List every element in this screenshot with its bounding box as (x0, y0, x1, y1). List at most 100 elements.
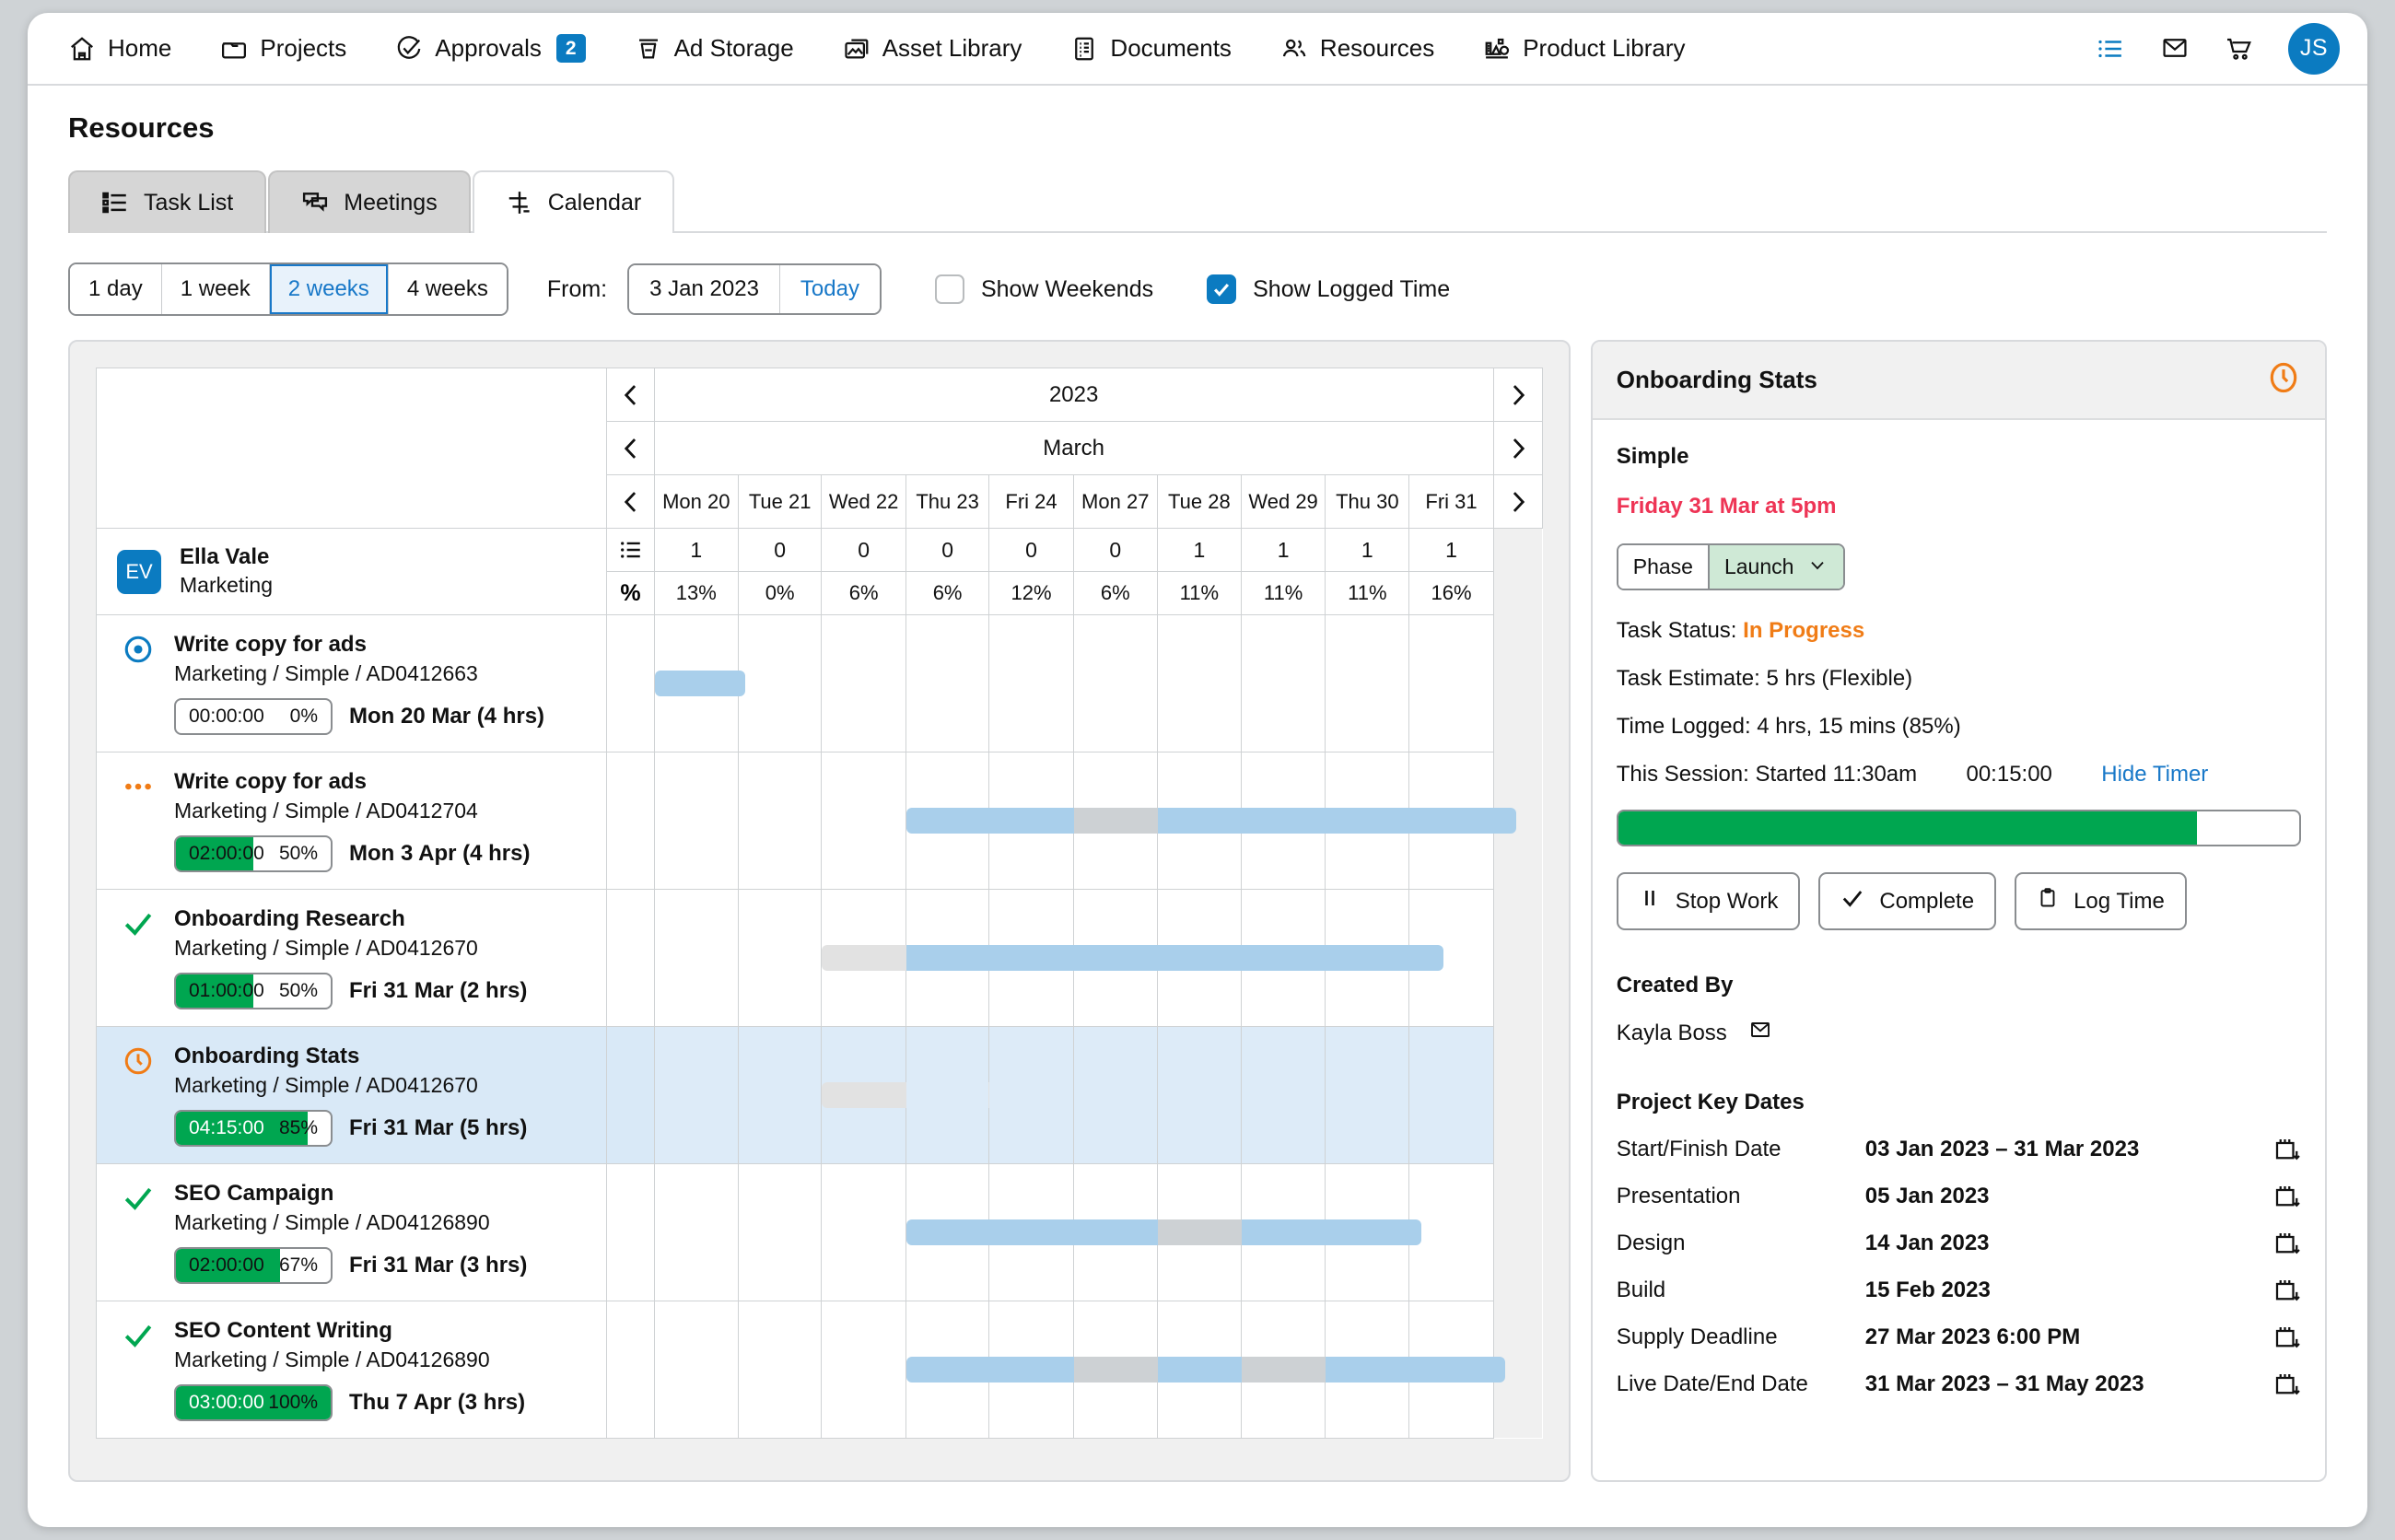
gantt-day-cell[interactable] (1325, 1162, 1410, 1301)
stop-work-button[interactable]: Stop Work (1616, 872, 1801, 930)
from-date-value[interactable]: 3 Jan 2023 (629, 265, 780, 313)
tab-meetings[interactable]: Meetings (268, 170, 471, 233)
gantt-day-cell[interactable] (905, 1300, 1086, 1439)
task-info-cell[interactable]: SEO Campaign Marketing / Simple / AD04126… (95, 1162, 608, 1301)
calendar-icon[interactable] (2264, 1183, 2301, 1210)
gantt-day-cell[interactable] (1156, 1300, 1248, 1439)
task-progress[interactable]: 02:00:00 67% (174, 1246, 333, 1284)
mail-icon[interactable] (1747, 1019, 1773, 1047)
gantt-day-cell[interactable] (1408, 1025, 1494, 1164)
gantt-task-row[interactable]: Write copy for ads Marketing / Simple / A… (95, 614, 1543, 752)
gantt-day-cell[interactable] (653, 751, 739, 890)
log-time-button[interactable]: Log Time (2015, 872, 2187, 930)
gantt-day-cell[interactable] (821, 751, 906, 890)
show-logged-time-checkbox[interactable]: Show Logged Time (1207, 274, 1450, 304)
next-week-button[interactable] (1492, 474, 1543, 529)
task-info-cell[interactable]: Write copy for ads Marketing / Simple / A… (95, 751, 608, 890)
nav-item-ad-storage[interactable]: Ad Storage (635, 29, 818, 68)
gantt-day-cell[interactable] (1325, 888, 1410, 1027)
prev-year-button[interactable] (606, 368, 655, 422)
gantt-day-header[interactable]: Mon 27 (1072, 474, 1158, 529)
tab-task-list[interactable]: Task List (68, 170, 267, 233)
task-info-cell[interactable]: Onboarding Stats Marketing / Simple / AD0… (95, 1025, 608, 1164)
gantt-day-cell[interactable] (988, 1025, 1074, 1164)
hide-timer-link[interactable]: Hide Timer (2101, 762, 2208, 787)
gantt-bar-segment[interactable] (1241, 1356, 1332, 1382)
gantt-bar-segment[interactable] (822, 944, 913, 971)
task-progress[interactable]: 04:15:00 85% (174, 1109, 333, 1147)
gantt-task-row[interactable]: SEO Content Writing Marketing / Simple / … (95, 1300, 1543, 1439)
gantt-day-cell[interactable] (905, 888, 1443, 1027)
gantt-day-cell[interactable] (653, 1025, 739, 1164)
gantt-bar-segment[interactable] (1157, 1219, 1248, 1245)
gantt-day-header[interactable]: Fri 31 (1408, 474, 1494, 529)
gantt-day-cell[interactable] (1240, 1025, 1326, 1164)
calendar-icon[interactable] (2264, 1371, 2301, 1398)
complete-button[interactable]: Complete (1818, 872, 1997, 930)
gantt-day-cell[interactable] (1156, 1162, 1248, 1301)
gantt-day-cell[interactable] (1072, 614, 1158, 752)
next-year-button[interactable] (1492, 368, 1543, 422)
gantt-day-cell[interactable] (1072, 1300, 1164, 1439)
task-info-cell[interactable]: Write copy for ads Marketing / Simple / A… (95, 614, 608, 752)
gantt-day-cell[interactable] (1240, 888, 1326, 1027)
range-4-weeks[interactable]: 4 weeks (388, 264, 507, 314)
gantt-day-cell[interactable] (1325, 1025, 1410, 1164)
gantt-day-cell[interactable] (821, 1300, 906, 1439)
gantt-day-cell[interactable] (1156, 751, 1516, 890)
mail-icon[interactable] (2159, 35, 2191, 63)
gantt-day-cell[interactable] (988, 614, 1074, 752)
gantt-day-cell[interactable] (1240, 614, 1326, 752)
gantt-day-cell[interactable] (737, 1162, 823, 1301)
gantt-task-row[interactable]: Onboarding Stats Marketing / Simple / AD0… (95, 1025, 1543, 1164)
nav-item-documents[interactable]: Documents (1070, 29, 1256, 68)
gantt-day-cell[interactable] (1408, 751, 1494, 890)
gantt-day-header[interactable]: Tue 21 (737, 474, 823, 529)
nav-item-approvals[interactable]: Approvals 2 (395, 29, 609, 68)
gantt-day-cell[interactable] (1240, 751, 1326, 890)
gantt-bar-segment[interactable] (1073, 807, 1164, 834)
gantt-day-cell[interactable] (988, 1300, 1074, 1439)
task-info-cell[interactable]: Onboarding Research Marketing / Simple / … (95, 888, 608, 1027)
nav-item-resources[interactable]: Resources (1280, 29, 1458, 68)
gantt-day-cell[interactable] (1156, 614, 1242, 752)
list-icon[interactable] (2095, 35, 2126, 63)
gantt-task-row[interactable]: Write copy for ads Marketing / Simple / A… (95, 751, 1543, 890)
avatar[interactable]: JS (2288, 22, 2340, 75)
phase-dropdown[interactable]: Launch (1709, 545, 1844, 589)
task-progress[interactable]: 00:00:00 0% (174, 697, 333, 735)
gantt-day-cell[interactable] (905, 1162, 1175, 1301)
next-month-button[interactable] (1492, 421, 1543, 475)
gantt-day-cell[interactable] (737, 1300, 823, 1439)
gantt-day-cell[interactable] (988, 1162, 1074, 1301)
nav-item-projects[interactable]: Projects (220, 29, 370, 68)
calendar-icon[interactable] (2264, 1277, 2301, 1304)
calendar-icon[interactable] (2264, 1230, 2301, 1257)
gantt-day-cell[interactable] (653, 1162, 739, 1301)
gantt-day-cell[interactable] (988, 751, 1074, 890)
gantt-day-cell[interactable] (1325, 751, 1410, 890)
gantt-day-cell[interactable] (821, 1162, 906, 1301)
gantt-day-cell[interactable] (1408, 1300, 1494, 1439)
gantt-day-cell[interactable] (737, 751, 823, 890)
gantt-day-cell[interactable] (737, 888, 823, 1027)
gantt-day-header[interactable]: Thu 23 (905, 474, 990, 529)
gantt-day-cell[interactable] (653, 1300, 739, 1439)
gantt-day-cell[interactable] (1156, 888, 1242, 1027)
gantt-day-cell[interactable] (1408, 614, 1494, 752)
gantt-day-cell[interactable] (821, 888, 913, 1027)
gantt-day-header[interactable]: Thu 30 (1325, 474, 1410, 529)
nav-item-product-library[interactable]: Product Library (1483, 29, 1709, 68)
calendar-icon[interactable] (2264, 1324, 2301, 1351)
nav-item-home[interactable]: Home (68, 29, 195, 68)
task-info-cell[interactable]: SEO Content Writing Marketing / Simple / … (95, 1300, 608, 1439)
gantt-day-cell[interactable] (653, 614, 745, 752)
gantt-day-cell[interactable] (653, 888, 739, 1027)
task-progress[interactable]: 02:00:00 50% (174, 834, 333, 872)
gantt-task-row[interactable]: SEO Campaign Marketing / Simple / AD04126… (95, 1162, 1543, 1301)
gantt-day-cell[interactable] (1156, 1025, 1242, 1164)
task-progress[interactable]: 03:00:00 100% (174, 1383, 333, 1421)
gantt-day-cell[interactable] (1072, 1162, 1158, 1301)
gantt-day-cell[interactable] (1325, 614, 1410, 752)
cart-icon[interactable] (2224, 35, 2255, 63)
